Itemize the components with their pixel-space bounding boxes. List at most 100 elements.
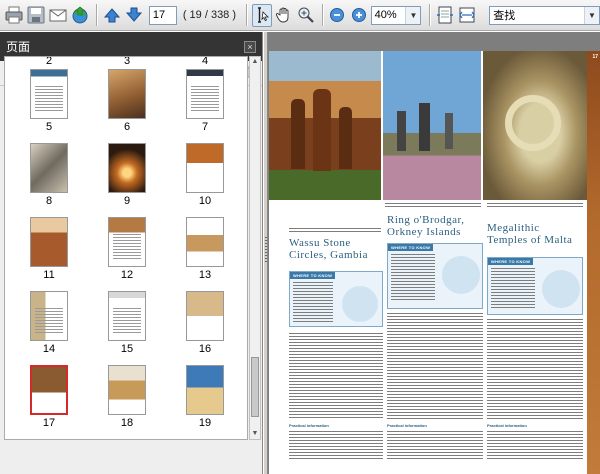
malta-practical-text <box>487 431 583 459</box>
page-number-label: 19 <box>198 417 212 429</box>
zoom-out-icon[interactable] <box>328 4 347 27</box>
page-number-label: 5 <box>45 121 53 133</box>
page-thumbnail-image <box>108 291 146 341</box>
malta-info-box: WHERE TO KNOW <box>487 257 583 315</box>
page-thumbnail[interactable]: 5 <box>9 69 89 133</box>
page-thumbnail[interactable]: 18 <box>87 365 167 429</box>
page-number-input[interactable] <box>148 5 177 25</box>
page-thumbnail-image <box>186 217 224 267</box>
brodgar-photo <box>383 51 481 200</box>
find-input[interactable]: 查找 <box>493 7 515 23</box>
page-thumbnail[interactable]: 14 <box>9 291 89 355</box>
page-thumbnail-image <box>186 365 224 415</box>
wassu-body-text <box>289 333 383 419</box>
page-thumbnail-image <box>186 143 224 193</box>
info-box-label: WHERE TO KNOW <box>388 244 434 251</box>
malta-photo <box>483 51 587 200</box>
page-number-label: 17 <box>42 417 56 429</box>
page-number-label: 9 <box>123 195 131 207</box>
page-number-label: 4 <box>201 56 209 67</box>
page-thumbnail[interactable]: 12 <box>87 217 167 281</box>
page-thumbnail[interactable]: 7 <box>165 69 245 133</box>
page-number-label: 3 <box>123 56 131 67</box>
page-thumbnail-image <box>108 143 146 193</box>
info-box-label: WHERE TO KNOW <box>488 258 534 265</box>
practical-info-label: Practical information <box>487 423 527 428</box>
find-box[interactable]: 查找 ▼ <box>489 5 600 25</box>
page-thumbnail[interactable]: 6 <box>87 69 167 133</box>
wassu-heading: Wassu Stone Circles, Gambia <box>289 237 368 261</box>
malta-caption <box>487 203 583 209</box>
toolbar-separator <box>321 4 323 26</box>
page-number-label: 7 <box>201 121 209 133</box>
malta-heading: Megalithic Temples of Malta <box>487 222 573 246</box>
page-thumbnail-image <box>186 291 224 341</box>
page-thumbnail-selected[interactable]: 17 <box>9 365 89 429</box>
page-thumbnail[interactable]: 19 <box>165 365 245 429</box>
fit-width-icon[interactable] <box>457 4 477 27</box>
fit-page-icon[interactable] <box>435 4 455 27</box>
page-thumbnail[interactable]: 15 <box>87 291 167 355</box>
malta-body-text <box>487 319 583 419</box>
page-thumbnail[interactable]: 9 <box>87 143 167 207</box>
page-thumbnail[interactable]: 4 <box>165 56 245 67</box>
wassu-photo <box>269 51 381 200</box>
print-icon[interactable] <box>4 4 24 27</box>
page-number-label: 16 <box>198 343 212 355</box>
wassu-caption <box>289 228 381 234</box>
page-number-label: 13 <box>198 269 212 281</box>
page-thumbnail-image <box>108 365 146 415</box>
page-thumbnail[interactable]: 10 <box>165 143 245 207</box>
web-share-icon[interactable] <box>70 4 90 27</box>
page-thumbnails: 2 3 4 5 6 7 8 9 10 11 12 13 14 15 16 17 … <box>4 56 248 440</box>
page-thumbnail[interactable]: 16 <box>165 291 245 355</box>
page-number-label: 12 <box>120 269 134 281</box>
hand-tool-icon[interactable] <box>274 4 294 27</box>
page-thumbnail-image <box>108 217 146 267</box>
brodgar-body-text <box>387 313 483 419</box>
zoom-in-icon[interactable] <box>349 4 368 27</box>
page-thumbnail[interactable]: 13 <box>165 217 245 281</box>
brodgar-heading: Ring o'Brodgar, Orkney Islands <box>387 214 465 238</box>
page-thumbnail-image <box>30 143 68 193</box>
page-count-label: ( 19 / 338 ) <box>182 9 237 21</box>
page-number-label: 6 <box>123 121 131 133</box>
close-icon[interactable]: × <box>244 40 256 53</box>
toolbar-separator <box>96 4 97 26</box>
next-page-icon[interactable] <box>124 4 144 27</box>
scrollbar-thumb[interactable] <box>251 357 259 417</box>
scroll-up-icon[interactable]: ▲ <box>250 57 260 67</box>
brodgar-practical-text <box>387 431 483 459</box>
document-page: 17 Wassu Stone Circles, Gambia Ring o'Br… <box>269 51 600 474</box>
brodgar-info-box: WHERE TO KNOW <box>387 243 483 309</box>
page-number-label: 2 <box>45 56 53 67</box>
previous-page-icon[interactable] <box>102 4 122 27</box>
page-number-label: 10 <box>198 195 212 207</box>
toolbar-separator <box>429 4 431 26</box>
save-icon[interactable] <box>26 4 46 27</box>
select-text-tool-icon[interactable] <box>251 3 272 27</box>
scroll-down-icon[interactable]: ▼ <box>250 429 260 439</box>
zoom-level-select[interactable]: 40% ▼ <box>370 5 422 25</box>
page-thumbnail[interactable]: 8 <box>9 143 89 207</box>
zoom-tool-icon[interactable] <box>296 4 316 27</box>
document-view: 17 Wassu Stone Circles, Gambia Ring o'Br… <box>268 32 600 474</box>
pages-panel-title: 页面 <box>6 40 31 54</box>
page-thumbnail-image <box>30 365 68 415</box>
brodgar-caption <box>385 203 481 209</box>
wassu-info-box: WHERE TO KNOW <box>289 271 383 327</box>
practical-info-label: Practical information <box>387 423 427 428</box>
page-thumbnail[interactable]: 2 <box>9 56 89 67</box>
page-thumbnail-image <box>30 217 68 267</box>
chevron-down-icon[interactable]: ▼ <box>405 6 421 24</box>
page-number-label: 14 <box>42 343 56 355</box>
page-thumbnail[interactable]: 3 <box>87 56 167 67</box>
page-thumbnail-image <box>30 69 68 119</box>
page-thumbnail-image <box>30 291 68 341</box>
page-thumbnail[interactable]: 11 <box>9 217 89 281</box>
practical-info-label: Practical information <box>289 423 329 428</box>
page-number-label: 18 <box>120 417 134 429</box>
chevron-down-icon[interactable]: ▼ <box>583 6 599 24</box>
email-icon[interactable] <box>48 4 68 27</box>
thumbnails-scrollbar[interactable]: ▲ ▼ <box>249 56 261 440</box>
